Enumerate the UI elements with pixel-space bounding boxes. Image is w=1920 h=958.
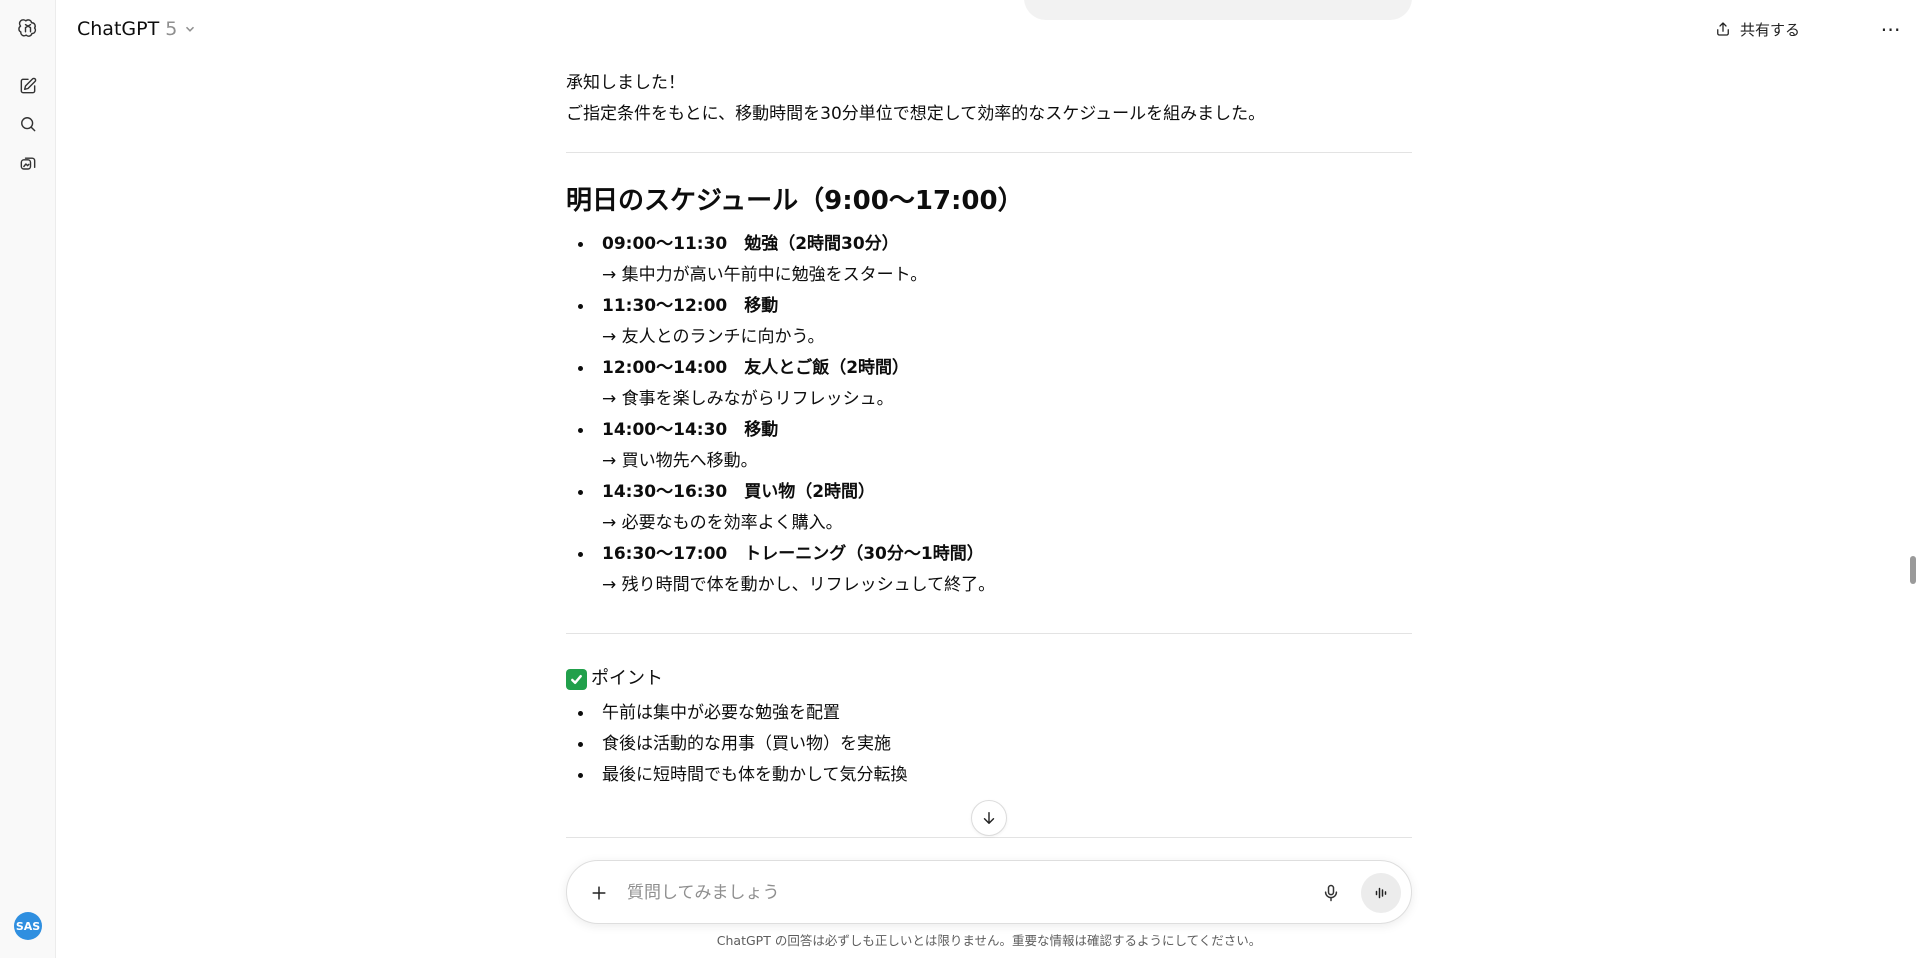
search-icon[interactable]: [12, 108, 44, 140]
list-item: 最後に短時間でも体を動かして気分転換: [566, 760, 1412, 791]
list-item: 11:30〜12:00 移動 → 友人とのランチに向かう。: [566, 291, 1412, 353]
schedule-item-note: → 友人とのランチに向かう。: [602, 327, 825, 347]
model-name: ChatGPT: [77, 18, 160, 40]
divider: [566, 152, 1412, 153]
plus-icon: [592, 886, 606, 900]
more-options-button[interactable]: ⋯: [1876, 14, 1906, 44]
prompt-input[interactable]: [627, 879, 1247, 907]
avatar[interactable]: SAS: [14, 912, 42, 940]
schedule-list: 09:00〜11:30 勉強（2時間30分） → 集中力が高い午前中に勉強をスター…: [566, 229, 1412, 601]
scrollbar-thumb[interactable]: [1910, 556, 1916, 584]
points-heading-label: ポイント: [591, 668, 663, 689]
schedule-item-title: 12:00〜14:00 友人とご飯（2時間）: [602, 358, 910, 378]
list-item: 16:30〜17:00 トレーニング（30分〜1時間） → 残り時間で体を動かし、…: [566, 539, 1412, 601]
arrow-down-icon: [983, 812, 995, 824]
user-message-bubble: [1024, 0, 1412, 20]
list-item: 14:30〜16:30 買い物（2時間） → 必要なものを効率よく購入。: [566, 477, 1412, 539]
schedule-item-note: → 残り時間で体を動かし、リフレッシュして終了。: [602, 575, 996, 595]
message-composer: [566, 860, 1412, 924]
share-icon: [1717, 22, 1729, 36]
schedule-item-note: → 必要なものを効率よく購入。: [602, 513, 843, 533]
model-version: 5: [165, 18, 178, 40]
microphone-icon: [1324, 884, 1338, 902]
schedule-heading: 明日のスケジュール（9:00〜17:00）: [566, 186, 1024, 216]
assistant-message: 承知しました！ ご指定条件をもとに、移動時間を30分単位で想定して効率的なスケジ…: [566, 68, 1412, 838]
scroll-to-bottom-button[interactable]: [971, 800, 1007, 836]
chevron-down-icon: [186, 26, 195, 32]
list-item: 午前は集中が必要な勉強を配置: [566, 698, 1412, 729]
dictate-button[interactable]: [1313, 875, 1349, 911]
schedule-item-note: → 買い物先へ移動。: [602, 451, 758, 471]
list-item: 14:00〜14:30 移動 → 買い物先へ移動。: [566, 415, 1412, 477]
schedule-item-note: → 食事を楽しみながらリフレッシュ。: [602, 389, 894, 409]
library-icon[interactable]: [12, 148, 44, 180]
schedule-item-title: 14:00〜14:30 移動: [602, 420, 779, 440]
top-header: ChatGPT 5 共有する ⋯: [57, 0, 1920, 56]
share-button[interactable]: 共有する: [1714, 14, 1800, 44]
sidebar-rail: SAS: [0, 0, 56, 958]
voice-mode-button[interactable]: [1361, 873, 1401, 913]
schedule-item-title: 16:30〜17:00 トレーニング（30分〜1時間）: [602, 544, 984, 564]
check-mark-icon: [566, 668, 587, 690]
disclaimer-text: ChatGPT の回答は必ずしも正しいとは限りません。重要な情報は確認するように…: [716, 933, 1262, 948]
list-item: 09:00〜11:30 勉強（2時間30分） → 集中力が高い午前中に勉強をスター…: [566, 229, 1412, 291]
voice-waveform-icon: [1375, 887, 1387, 899]
intro-line: 承知しました！: [566, 73, 685, 93]
schedule-item-title: 14:30〜16:30 買い物（2時間）: [602, 482, 876, 502]
share-label: 共有する: [1739, 20, 1800, 39]
schedule-item-title: 09:00〜11:30 勉強（2時間30分）: [602, 234, 899, 254]
list-item: 食後は活動的な用事（買い物）を実施: [566, 729, 1412, 760]
attach-button[interactable]: [581, 875, 617, 911]
divider: [566, 633, 1412, 634]
divider: [566, 837, 1412, 838]
points-heading: ポイント: [566, 664, 1412, 694]
schedule-item-title: 11:30〜12:00 移動: [602, 296, 779, 316]
list-item: 12:00〜14:00 友人とご飯（2時間） → 食事を楽しみながらリフレッシュ。: [566, 353, 1412, 415]
openai-logo-icon[interactable]: [12, 12, 44, 44]
intro-line: ご指定条件をもとに、移動時間を30分単位で想定して効率的なスケジュールを組みまし…: [566, 104, 1266, 124]
new-chat-icon[interactable]: [12, 70, 44, 102]
points-list: 午前は集中が必要な勉強を配置 食後は活動的な用事（買い物）を実施 最後に短時間で…: [566, 698, 1412, 791]
model-selector[interactable]: ChatGPT 5: [77, 14, 197, 44]
schedule-item-note: → 集中力が高い午前中に勉強をスタート。: [602, 265, 928, 285]
